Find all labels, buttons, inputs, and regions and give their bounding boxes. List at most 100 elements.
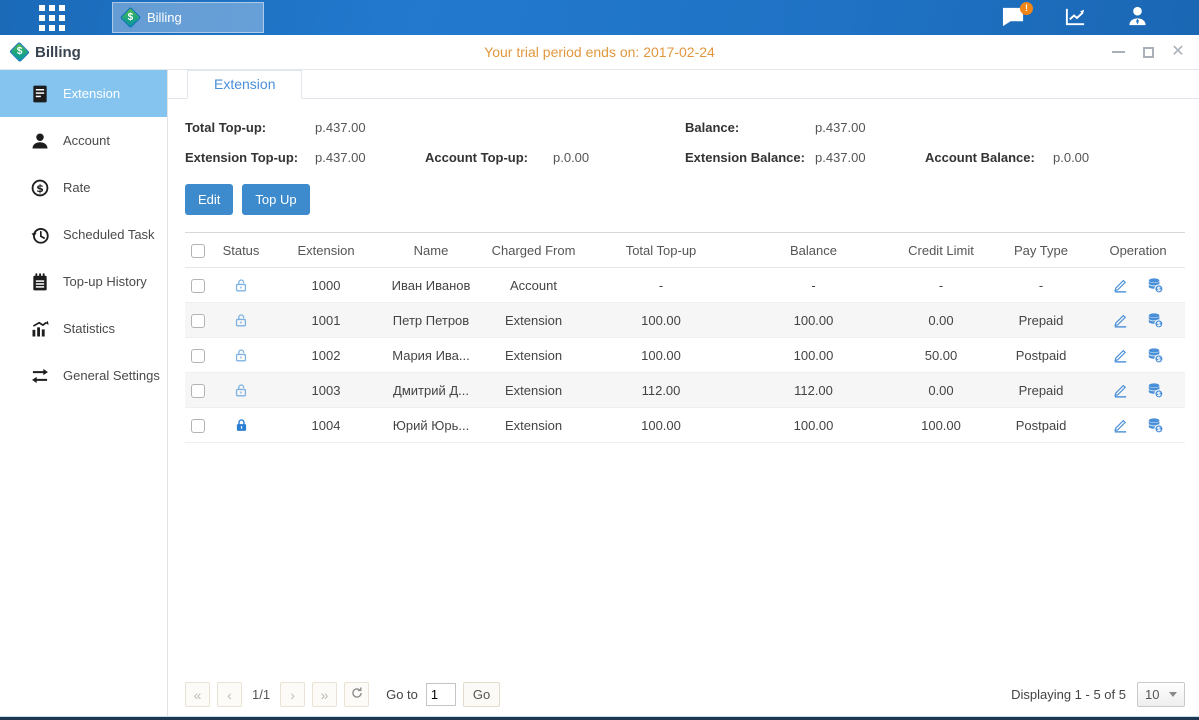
row-checkbox[interactable]: [191, 349, 205, 363]
top-up-button[interactable]: Top Up: [242, 184, 309, 215]
column-header-pay-type[interactable]: Pay Type: [991, 233, 1091, 268]
topup-row-button[interactable]: $: [1147, 416, 1164, 433]
sidebar-item-statistics[interactable]: Statistics: [0, 305, 167, 352]
last-page-button[interactable]: »: [312, 682, 337, 707]
table-row[interactable]: 1000Иван ИвановAccount----$: [185, 268, 1185, 303]
extension-balance-label: Extension Balance:: [685, 150, 815, 165]
sidebar-item-label: General Settings: [63, 368, 160, 383]
balance-summary-column: Balance: p.437.00 Extension Balance: p.4…: [685, 120, 1185, 180]
first-page-button[interactable]: «: [185, 682, 210, 707]
cell-checkbox: [185, 408, 211, 443]
table-row[interactable]: 1004Юрий Юрь...Extension100.00100.00100.…: [185, 408, 1185, 443]
cell-pay-type: Prepaid: [991, 303, 1091, 338]
table-row[interactable]: 1001Петр ПетровExtension100.00100.000.00…: [185, 303, 1185, 338]
statistics-topbar-button[interactable]: [1061, 5, 1089, 31]
column-header-balance[interactable]: Balance: [736, 233, 891, 268]
unlocked-icon: [233, 311, 250, 326]
go-button[interactable]: Go: [463, 682, 500, 707]
page-indicator: 1/1: [252, 687, 270, 702]
edit-row-button[interactable]: [1112, 311, 1129, 328]
cell-status: [211, 408, 271, 443]
notepad-icon: [30, 272, 50, 292]
topbar: $ Billing !: [0, 0, 1199, 35]
close-button[interactable]: ✕: [1171, 45, 1185, 59]
edit-row-button[interactable]: [1112, 416, 1129, 433]
cell-status: [211, 338, 271, 373]
goto-label: Go to: [386, 687, 418, 702]
cell-charged-from: Extension: [481, 373, 586, 408]
prev-page-button[interactable]: ‹: [217, 682, 242, 707]
table-row[interactable]: 1002Мария Ива...Extension100.00100.0050.…: [185, 338, 1185, 373]
sidebar-item-extension[interactable]: Extension: [0, 70, 167, 117]
edit-row-button[interactable]: [1112, 381, 1129, 398]
svg-text:$: $: [1157, 425, 1161, 433]
row-checkbox[interactable]: [191, 314, 205, 328]
coins-icon: $: [1147, 381, 1164, 396]
column-header-credit-limit[interactable]: Credit Limit: [891, 233, 991, 268]
coins-icon: $: [1147, 311, 1164, 326]
coins-icon: $: [1147, 346, 1164, 361]
cell-pay-type: -: [991, 268, 1091, 303]
topup-row-button[interactable]: $: [1147, 346, 1164, 363]
window-bottom-edge: [0, 716, 1199, 720]
sidebar-item-topup-history[interactable]: Top-up History: [0, 258, 167, 305]
table-row[interactable]: 1003Дмитрий Д...Extension112.00112.000.0…: [185, 373, 1185, 408]
cell-extension: 1002: [271, 338, 381, 373]
next-page-button[interactable]: ›: [280, 682, 305, 707]
sidebar-item-rate[interactable]: $Rate: [0, 164, 167, 211]
notifications-button[interactable]: !: [999, 5, 1027, 31]
row-checkbox[interactable]: [191, 279, 205, 293]
total-topup-label: Total Top-up:: [185, 120, 315, 135]
column-header-operation[interactable]: Operation: [1091, 233, 1185, 268]
cell-status: [211, 303, 271, 338]
select-all-checkbox[interactable]: [191, 244, 205, 258]
sidebar-item-scheduled-task[interactable]: Scheduled Task: [0, 211, 167, 258]
coins-icon: $: [1147, 416, 1164, 431]
column-header-extension[interactable]: Extension: [271, 233, 381, 268]
edit-row-button[interactable]: [1112, 276, 1129, 293]
maximize-button[interactable]: [1141, 45, 1155, 59]
topup-row-button[interactable]: $: [1147, 381, 1164, 398]
topup-row-button[interactable]: $: [1147, 311, 1164, 328]
taskbar-tab-billing[interactable]: $ Billing: [112, 2, 264, 33]
cell-charged-from: Account: [481, 268, 586, 303]
cell-name: Мария Ива...: [381, 338, 481, 373]
app-launcher-button[interactable]: [36, 4, 68, 32]
cell-name: Юрий Юрь...: [381, 408, 481, 443]
column-header-total-top-up[interactable]: Total Top-up: [586, 233, 736, 268]
tab-extension[interactable]: Extension: [187, 70, 302, 99]
edit-button[interactable]: Edit: [185, 184, 233, 215]
sidebar-item-general-settings[interactable]: General Settings: [0, 352, 167, 399]
account-topup-label: Account Top-up:: [425, 150, 553, 165]
sidebar-item-account[interactable]: Account: [0, 117, 167, 164]
edit-row-button[interactable]: [1112, 346, 1129, 363]
column-header-status[interactable]: Status: [211, 233, 271, 268]
cell-balance: 100.00: [736, 408, 891, 443]
minimize-button[interactable]: [1111, 45, 1125, 59]
row-checkbox[interactable]: [191, 384, 205, 398]
page-size-select[interactable]: 10: [1137, 682, 1185, 707]
topup-row-button[interactable]: $: [1147, 276, 1164, 293]
window-title-group: $ Billing: [0, 44, 81, 61]
rate-icon: $: [30, 178, 50, 198]
tabstrip: Extension: [168, 70, 1199, 99]
sidebar-item-label: Scheduled Task: [63, 227, 155, 242]
goto-page-input[interactable]: [426, 683, 456, 706]
table-header-row: StatusExtensionNameCharged FromTotal Top…: [185, 233, 1185, 268]
column-header-charged-from[interactable]: Charged From: [481, 233, 586, 268]
cell-extension: 1004: [271, 408, 381, 443]
cell-credit-limit: -: [891, 268, 991, 303]
cell-credit-limit: 0.00: [891, 303, 991, 338]
refresh-button[interactable]: [344, 682, 369, 707]
cell-total-topup: 100.00: [586, 303, 736, 338]
user-menu-button[interactable]: [1123, 5, 1151, 31]
cell-status: [211, 268, 271, 303]
row-checkbox[interactable]: [191, 419, 205, 433]
column-header-name[interactable]: Name: [381, 233, 481, 268]
cell-pay-type: Postpaid: [991, 338, 1091, 373]
balance-value: p.437.00: [815, 120, 925, 135]
cell-extension: 1003: [271, 373, 381, 408]
topbar-actions: !: [999, 0, 1151, 35]
cell-extension: 1000: [271, 268, 381, 303]
pagination-bar: « ‹ 1/1 › » Go to Go Displaying 1 - 5 of…: [185, 682, 1185, 707]
